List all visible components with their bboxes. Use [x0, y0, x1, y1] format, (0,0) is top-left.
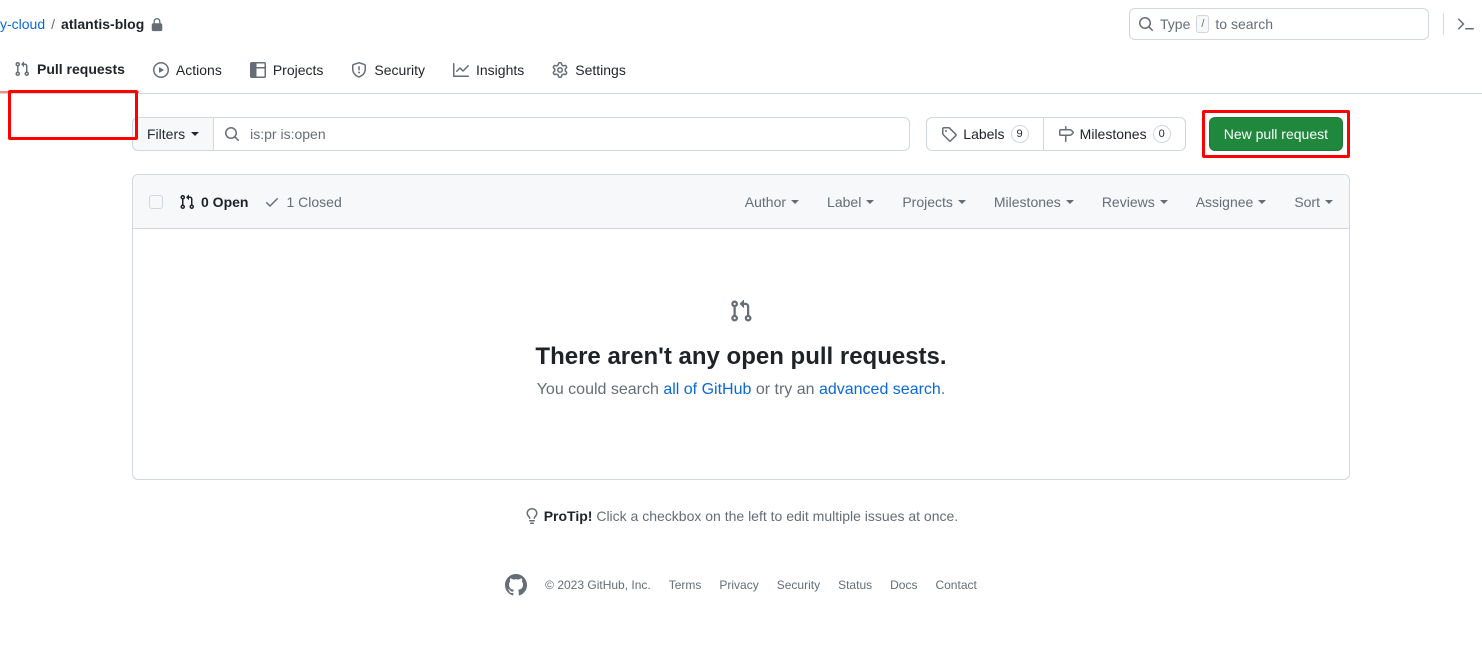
tab-actions[interactable]: Actions — [139, 47, 236, 93]
gear-icon — [552, 62, 568, 78]
filters-button[interactable]: Filters — [132, 117, 213, 151]
empty-description: You could search all of GitHub or try an… — [153, 381, 1329, 399]
labels-label: Labels — [963, 126, 1004, 142]
footer-link[interactable]: Status — [838, 578, 872, 592]
closed-prs-link[interactable]: 1 Closed — [264, 194, 341, 210]
search-placeholder-suffix: to search — [1215, 16, 1273, 32]
select-all-checkbox[interactable] — [149, 195, 163, 209]
tab-pull-requests[interactable]: Pull requests — [0, 47, 139, 93]
github-logo-icon — [505, 574, 527, 596]
tab-label: Actions — [176, 62, 222, 78]
tab-label: Pull requests — [37, 61, 125, 77]
search-icon — [1138, 16, 1154, 32]
tab-label: Insights — [476, 62, 524, 78]
highlight-new-pr: New pull request — [1202, 110, 1350, 158]
labels-count: 9 — [1011, 125, 1029, 143]
command-palette-icon[interactable] — [1458, 16, 1474, 32]
protip-label: ProTip! — [544, 508, 593, 524]
footer: © 2023 GitHub, Inc. Terms Privacy Securi… — [132, 574, 1350, 604]
tab-label: Settings — [575, 62, 626, 78]
link-advanced-search[interactable]: advanced search — [819, 381, 941, 398]
empty-title: There aren't any open pull requests. — [153, 343, 1329, 371]
breadcrumb-org[interactable]: y-cloud — [0, 16, 45, 32]
repo-nav: Pull requests Actions Projects Security … — [0, 46, 1482, 94]
footer-copyright: © 2023 GitHub, Inc. — [545, 578, 651, 592]
filters-label: Filters — [147, 126, 185, 142]
footer-link[interactable]: Privacy — [719, 578, 758, 592]
git-pull-request-icon — [179, 194, 195, 210]
git-pull-request-icon — [729, 307, 753, 323]
table-icon — [250, 62, 266, 78]
shield-icon — [351, 62, 367, 78]
tag-icon — [941, 126, 957, 142]
tab-projects[interactable]: Projects — [236, 47, 338, 93]
search-icon — [224, 126, 240, 142]
list-header: 0 Open 1 Closed Author Label Projects Mi… — [133, 175, 1349, 229]
footer-link[interactable]: Security — [777, 578, 820, 592]
pr-search[interactable] — [213, 117, 910, 151]
tab-settings[interactable]: Settings — [538, 47, 640, 93]
caret-down-icon — [191, 132, 199, 136]
empty-state: There aren't any open pull requests. You… — [133, 229, 1349, 479]
labels-button[interactable]: Labels 9 — [926, 117, 1042, 151]
global-search[interactable]: Type / to search — [1129, 8, 1429, 40]
check-icon — [264, 194, 280, 210]
footer-link[interactable]: Terms — [669, 578, 702, 592]
tab-insights[interactable]: Insights — [439, 47, 538, 93]
highlight-pull-requests — [8, 90, 138, 140]
tab-label: Projects — [273, 62, 324, 78]
filter-milestones[interactable]: Milestones — [994, 194, 1074, 210]
git-pull-request-icon — [14, 61, 30, 77]
caret-down-icon — [1258, 200, 1266, 204]
breadcrumb-separator: / — [51, 16, 55, 32]
separator — [1443, 13, 1444, 35]
link-all-github[interactable]: all of GitHub — [663, 381, 751, 398]
caret-down-icon — [866, 200, 874, 204]
breadcrumb: y-cloud / atlantis-blog — [0, 16, 164, 32]
caret-down-icon — [791, 200, 799, 204]
filter-assignee[interactable]: Assignee — [1196, 194, 1267, 210]
milestones-button[interactable]: Milestones 0 — [1043, 117, 1186, 151]
footer-link[interactable]: Docs — [890, 578, 917, 592]
closed-count: 1 Closed — [286, 194, 341, 210]
caret-down-icon — [1325, 200, 1333, 204]
protip: ProTip! Click a checkbox on the left to … — [132, 508, 1350, 524]
caret-down-icon — [958, 200, 966, 204]
breadcrumb-repo[interactable]: atlantis-blog — [61, 16, 144, 32]
filter-author[interactable]: Author — [745, 194, 799, 210]
milestone-icon — [1058, 126, 1074, 142]
open-count: 0 Open — [201, 194, 248, 210]
filter-sort[interactable]: Sort — [1294, 194, 1333, 210]
protip-text: Click a checkbox on the left to edit mul… — [592, 508, 958, 524]
search-placeholder-prefix: Type — [1160, 16, 1190, 32]
caret-down-icon — [1066, 200, 1074, 204]
caret-down-icon — [1160, 200, 1168, 204]
open-prs-link[interactable]: 0 Open — [179, 194, 248, 210]
filter-projects[interactable]: Projects — [902, 194, 966, 210]
lock-icon — [150, 16, 164, 32]
play-icon — [153, 62, 169, 78]
milestones-label: Milestones — [1080, 126, 1147, 142]
graph-icon — [453, 62, 469, 78]
filter-reviews[interactable]: Reviews — [1102, 194, 1168, 210]
lightbulb-icon — [524, 508, 540, 524]
filter-label[interactable]: Label — [827, 194, 874, 210]
search-hotkey: / — [1196, 15, 1209, 33]
tab-label: Security — [374, 62, 425, 78]
pr-search-input[interactable] — [248, 125, 899, 143]
tab-security[interactable]: Security — [337, 47, 439, 93]
footer-link[interactable]: Contact — [935, 578, 976, 592]
milestones-count: 0 — [1153, 125, 1171, 143]
new-pull-request-button[interactable]: New pull request — [1209, 117, 1343, 151]
